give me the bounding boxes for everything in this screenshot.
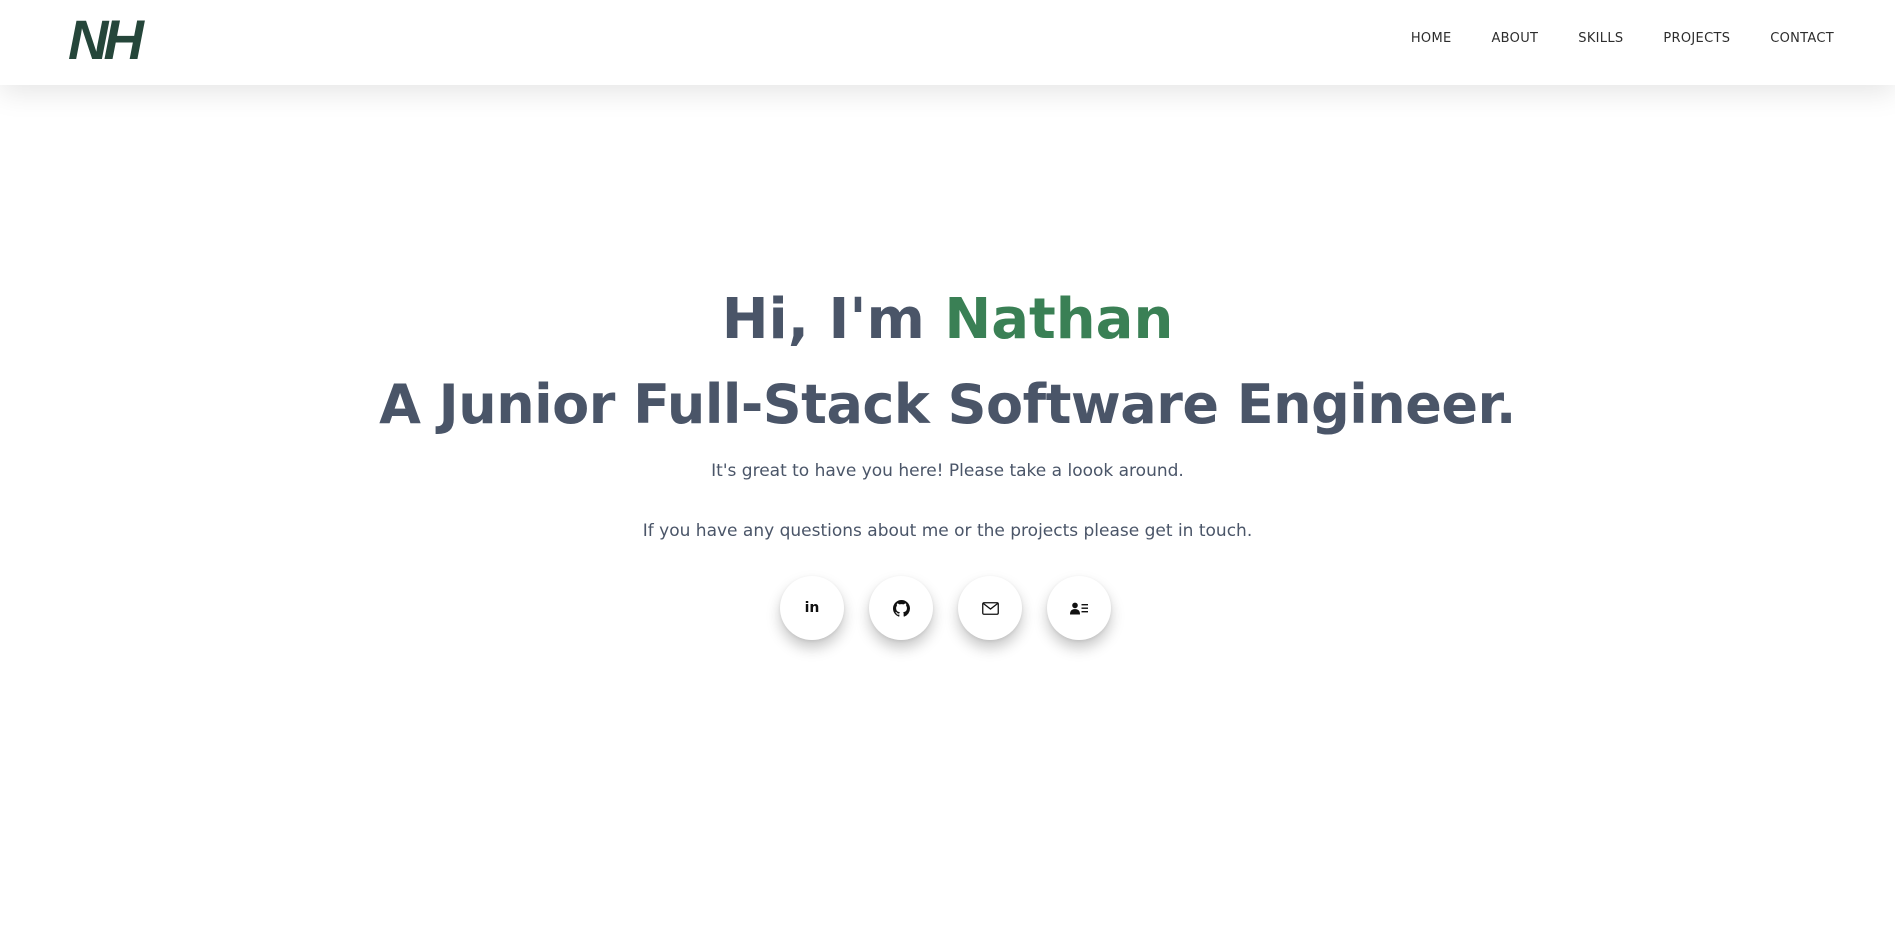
nav-contact-link[interactable]: CONTACT xyxy=(1770,31,1834,46)
nav-home-link[interactable]: HOME xyxy=(1411,31,1452,46)
github-button[interactable] xyxy=(869,576,933,640)
email-button[interactable] xyxy=(958,576,1022,640)
github-icon xyxy=(892,599,910,617)
contact-card-icon xyxy=(1070,602,1088,614)
hero-contact-text: If you have any questions about me or th… xyxy=(642,521,1253,541)
linkedin-button[interactable]: in xyxy=(780,576,844,640)
mail-icon xyxy=(981,601,999,615)
greeting-prefix: Hi, I'm xyxy=(721,287,945,352)
nav-projects-link[interactable]: PROJECTS xyxy=(1663,31,1730,46)
nav-skills-link[interactable]: SKILLS xyxy=(1578,31,1623,46)
linkedin-icon: in xyxy=(804,600,820,616)
hero-role: A Junior Full-Stack Software Engineer. xyxy=(379,373,1516,436)
hero-greeting: Hi, I'm Nathan xyxy=(0,285,1895,355)
hero-section: Hi, I'm Nathan A Junior Full-Stack Softw… xyxy=(0,0,1895,932)
social-links: in xyxy=(780,576,1111,640)
resume-button[interactable] xyxy=(1047,576,1111,640)
nav-menu: HOME ABOUT SKILLS PROJECTS CONTACT xyxy=(1411,31,1834,46)
navbar: NH HOME ABOUT SKILLS PROJECTS CONTACT xyxy=(0,0,1895,85)
nav-about-link[interactable]: ABOUT xyxy=(1491,31,1538,46)
hero-subtitle: It's great to have you here! Please take… xyxy=(711,461,1184,481)
logo[interactable]: NH xyxy=(68,12,148,68)
hero-name: Nathan xyxy=(944,287,1174,352)
